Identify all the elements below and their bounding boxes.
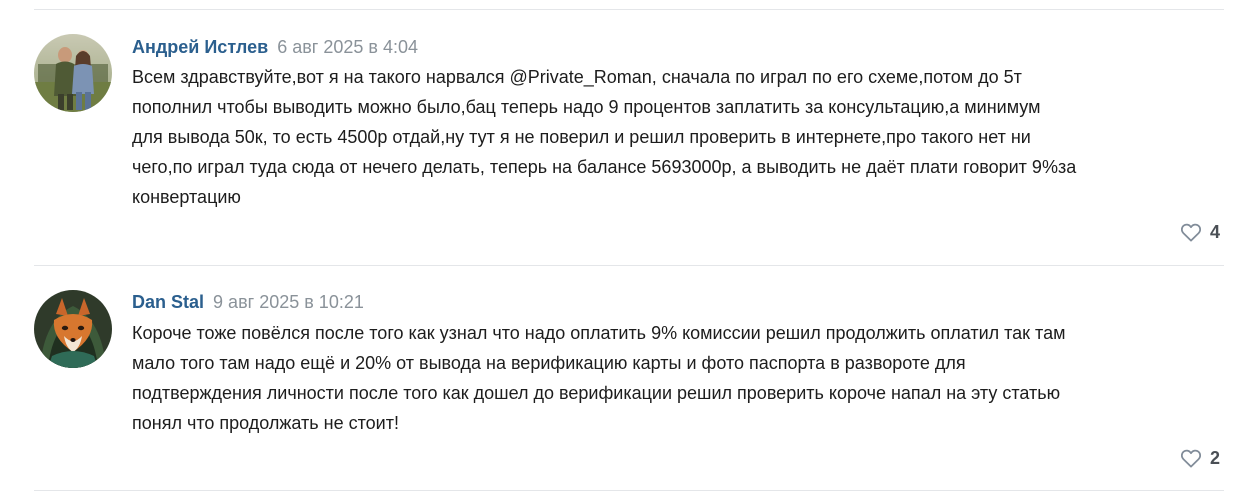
heart-icon (1180, 449, 1202, 468)
like-count: 2 (1209, 447, 1220, 468)
author-name[interactable]: Dan Stal (132, 292, 204, 312)
comment-text-line: мало того там надо ещё и 20% от вывода н… (132, 353, 966, 373)
comment-text-line: для вывода 50к, то есть 4500р отдай,ну т… (132, 127, 1031, 147)
comment-text-line: Короче тоже повёлся после того как узнал… (132, 323, 1066, 343)
bottom-divider (34, 490, 1224, 491)
comment-text-line: Всем здравствуйте,вот я на такого нарвал… (132, 67, 1022, 87)
comment-text-line: чего,по играл туда сюда от нечего делать… (132, 157, 1077, 177)
comment-meta: Андрей Истлев 6 авг 2025 в 4:04 (132, 36, 418, 58)
like-button[interactable]: 2 (1180, 446, 1220, 470)
comment-text-line: пополнил чтобы выводить можно было,бац т… (132, 97, 1041, 117)
comment-meta: Dan Stal 9 авг 2025 в 10:21 (132, 291, 364, 313)
avatar[interactable] (34, 34, 112, 112)
heart-icon (1180, 223, 1202, 242)
comment-text: Короче тоже повёлся после того как узнал… (132, 318, 1217, 438)
like-button[interactable]: 4 (1180, 220, 1220, 244)
comment-text-line: конвертацию (132, 187, 241, 207)
comment-date[interactable]: 6 авг 2025 в 4:04 (277, 37, 418, 57)
author-name[interactable]: Андрей Истлев (132, 37, 268, 57)
comment-text-line: подтверждения личности после того как до… (132, 383, 1061, 403)
comment-text: Всем здравствуйте,вот я на такого нарвал… (132, 62, 1217, 212)
avatar[interactable] (34, 290, 112, 368)
comment-date[interactable]: 9 авг 2025 в 10:21 (213, 292, 364, 312)
comment-text-line: понял что продолжать не стоит! (132, 413, 399, 433)
top-divider (34, 9, 1224, 10)
comment-divider (34, 265, 1224, 266)
like-count: 4 (1209, 221, 1220, 242)
